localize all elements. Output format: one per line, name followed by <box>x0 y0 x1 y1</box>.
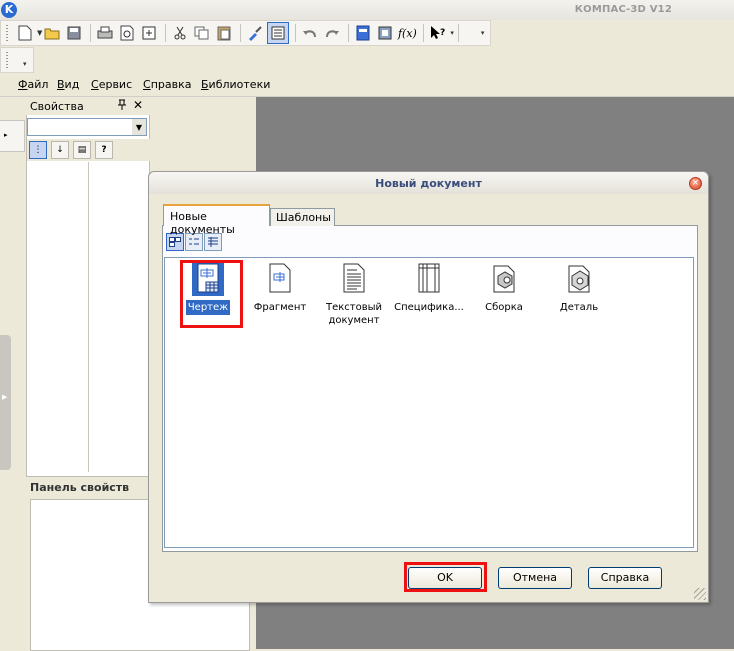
new-document-dialog: Новый документ × Новые документы Шаблоны… <box>148 171 709 603</box>
toolbar-overflow-icon[interactable]: ▾ <box>481 29 485 37</box>
new-document-icon[interactable] <box>15 23 35 43</box>
toolbar-separator <box>295 24 297 42</box>
toolbar-separator <box>457 24 459 42</box>
help-button[interactable]: Справка <box>588 567 662 589</box>
doc-item-label: Специфика... <box>394 302 464 313</box>
close-icon[interactable]: ✕ <box>133 98 143 112</box>
copy-icon[interactable] <box>192 23 212 43</box>
manager-icon[interactable] <box>353 23 373 43</box>
toolbar-separator <box>348 24 350 42</box>
resize-grip-icon[interactable] <box>694 588 706 600</box>
tab-label: Шаблоны <box>276 211 331 224</box>
doc-item-fragment[interactable]: Фрагмент <box>241 262 319 315</box>
doc-item-label: Деталь <box>559 302 599 313</box>
menu-help[interactable]: Справка <box>143 78 191 91</box>
print-preview-icon[interactable] <box>117 23 137 43</box>
chevron-down-icon[interactable]: ▼ <box>132 119 146 135</box>
svg-text:?: ? <box>440 28 445 38</box>
sort-az-icon[interactable]: ↓ <box>51 141 69 159</box>
doc-item-label: Текстовый документ <box>325 302 383 326</box>
part-icon <box>563 262 595 296</box>
menu-file[interactable]: Файл <box>18 78 48 91</box>
property-pages-icon[interactable]: ▤ <box>73 141 91 159</box>
pin-icon[interactable] <box>117 99 127 113</box>
undo-icon[interactable] <box>300 23 320 43</box>
export-icon[interactable] <box>139 23 159 43</box>
standard-toolbar: ▼ f(x) ? ▾ ▾ <box>0 20 491 46</box>
menu-view[interactable]: Вид <box>57 78 79 91</box>
redo-icon[interactable] <box>322 23 342 43</box>
menu-bar: Файл Вид Сервис Справка Библиотеки <box>0 75 734 97</box>
dialog-close-icon[interactable]: × <box>689 177 702 190</box>
print-icon[interactable] <box>95 23 115 43</box>
properties-panel-title: Свойства <box>30 100 84 113</box>
highlight-box <box>404 562 487 592</box>
secondary-toolbar: ▾ <box>0 47 34 73</box>
toolbar-separator <box>165 24 167 42</box>
menu-service[interactable]: Сервис <box>91 78 132 91</box>
doc-item-label: Сборка <box>485 302 523 313</box>
open-folder-icon[interactable] <box>42 23 62 43</box>
cut-icon[interactable] <box>170 23 190 43</box>
doc-item-part[interactable]: Деталь <box>540 262 618 315</box>
fragment-icon <box>264 262 296 296</box>
cancel-button[interactable]: Отмена <box>498 567 572 589</box>
app-title: КОМПАС-3D V12 <box>574 4 672 15</box>
toolbar-separator <box>240 24 242 42</box>
doc-item-specification[interactable]: Специфика... <box>390 262 468 315</box>
tab-label: Новые документы <box>170 210 235 236</box>
panel-collapse-handle[interactable]: ▶ <box>0 335 11 470</box>
specification-icon <box>413 262 445 296</box>
variables-fx-icon[interactable]: f(x) <box>397 23 417 43</box>
properties-toolbar: ⋮ ↓ ▤ ? <box>27 139 151 161</box>
toolbar-separator <box>423 24 425 42</box>
context-help-icon[interactable]: ? <box>428 23 448 43</box>
categorized-icon[interactable]: ⋮ <box>29 141 47 159</box>
tab-templates[interactable]: Шаблоны <box>270 208 335 226</box>
paste-icon[interactable] <box>214 23 234 43</box>
save-icon[interactable] <box>64 23 84 43</box>
object-selector-combo[interactable]: ▼ <box>27 118 147 136</box>
toolbar-separator <box>90 24 92 42</box>
assembly-icon <box>488 262 520 296</box>
dialog-title: Новый документ <box>375 177 482 190</box>
highlight-box <box>180 260 243 328</box>
doc-item-label: Фрагмент <box>253 302 307 313</box>
property-panel-title: Панель свойств <box>30 481 130 494</box>
text-document-icon <box>338 262 370 296</box>
menu-libraries[interactable]: Библиотеки <box>201 78 270 91</box>
left-dock-tab[interactable]: ▸ <box>0 120 25 152</box>
toolbar-overflow-icon[interactable]: ▾ <box>23 60 27 68</box>
properties-toggle-icon[interactable] <box>267 22 290 44</box>
tab-new-documents[interactable]: Новые документы <box>163 204 270 236</box>
properties-column-divider[interactable] <box>88 162 89 472</box>
toolbar-grip[interactable] <box>6 25 8 41</box>
toolbar-overflow-icon[interactable]: ▾ <box>450 29 454 37</box>
expand-arrow-icon: ▶ <box>2 393 8 401</box>
doc-item-assembly[interactable]: Сборка <box>465 262 543 315</box>
dock-arrow-icon: ▸ <box>4 131 8 139</box>
doc-item-text-document[interactable]: Текстовый документ <box>315 262 393 328</box>
app-logo-icon: K <box>1 2 17 18</box>
help-question-icon[interactable]: ? <box>95 141 113 159</box>
format-brush-icon[interactable] <box>245 23 265 43</box>
toolbar-grip[interactable] <box>6 52 8 68</box>
library-icon[interactable] <box>375 23 395 43</box>
